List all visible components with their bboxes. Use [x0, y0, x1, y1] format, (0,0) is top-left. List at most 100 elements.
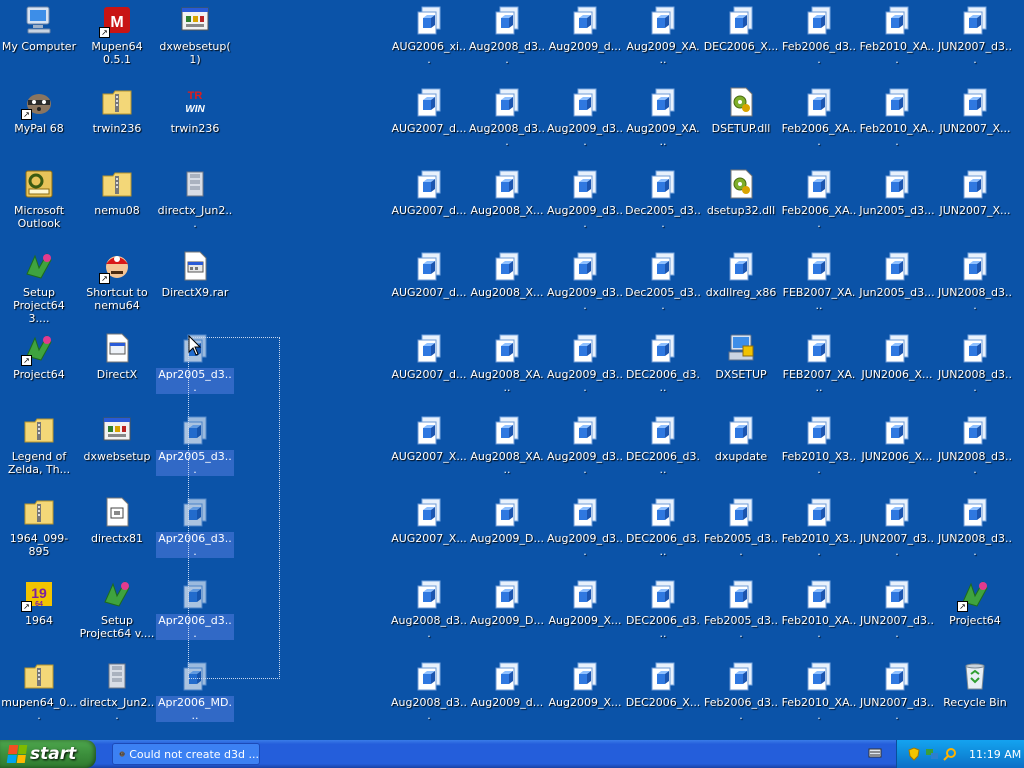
security-shield-icon[interactable] — [907, 747, 921, 761]
desktop-icon-feb2010-xa[interactable]: Feb2010_XA... — [858, 84, 936, 164]
search-icon[interactable] — [943, 747, 957, 761]
desktop-icon-aug2009-xa[interactable]: Aug2009_XA... — [624, 84, 702, 164]
desktop-icon-project64[interactable]: ↗ Project64 — [0, 330, 78, 410]
network-icon[interactable] — [925, 747, 939, 761]
desktop-icon-aug2006-xi[interactable]: AUG2006_xi... — [390, 2, 468, 82]
desktop-icon-aug2008-d3[interactable]: Aug2008_d3... — [468, 2, 546, 82]
desktop-icon-aug2007-x[interactable]: AUG2007_X... — [390, 412, 468, 492]
desktop-icon-dxsetup[interactable]: DXSETUP — [702, 330, 780, 410]
desktop-icon-aug2007-d[interactable]: AUG2007_d... — [390, 166, 468, 246]
desktop-icon-dec2005-d3[interactable]: Dec2005_d3... — [624, 166, 702, 246]
desktop-icon-directx-jun2[interactable]: directx_Jun2... — [78, 658, 156, 738]
desktop-icon-dsetup32-dll[interactable]: dsetup32.dll — [702, 166, 780, 246]
desktop-icon-jun2007-d3[interactable]: JUN2007_d3... — [858, 576, 936, 656]
desktop-icon-directx[interactable]: DirectX — [78, 330, 156, 410]
desktop-icon-aug2009-d3[interactable]: Aug2009_d3... — [546, 494, 624, 574]
desktop-icon-dec2006-x[interactable]: DEC2006_X... — [624, 658, 702, 738]
desktop-icon-aug2009-d3[interactable]: Aug2009_d3... — [546, 248, 624, 328]
desktop-icon-aug2008-x[interactable]: Aug2008_X... — [468, 248, 546, 328]
desktop-icon-aug2009-d3[interactable]: Aug2009_d3... — [546, 84, 624, 164]
desktop-icon-aug2009-xa[interactable]: Aug2009_XA... — [624, 2, 702, 82]
start-button[interactable]: start — [0, 740, 96, 768]
desktop-icon-aug2007-x[interactable]: AUG2007_X... — [390, 494, 468, 574]
desktop-icon-dec2006-x[interactable]: DEC2006_X... — [702, 2, 780, 82]
taskbar-item-error-dialog[interactable]: Could not create d3d ... — [112, 743, 260, 765]
desktop-icon-jun2007-d3[interactable]: JUN2007_d3... — [936, 2, 1014, 82]
desktop-icon-setup-project64-v[interactable]: Setup Project64 v.... — [78, 576, 156, 656]
desktop-icon-jun2007-x[interactable]: JUN2007_X... — [936, 166, 1014, 246]
desktop-icon-nemu08[interactable]: nemu08 — [78, 166, 156, 246]
desktop-icon-1964[interactable]: 19 64 ↗ 1964 — [0, 576, 78, 656]
desktop-icon-jun2007-x[interactable]: JUN2007_X... — [936, 84, 1014, 164]
desktop-icon-dxwebsetup[interactable]: dxwebsetup — [78, 412, 156, 492]
desktop-icon-aug2008-d3[interactable]: Aug2008_d3... — [390, 658, 468, 738]
desktop-icon-aug2007-d[interactable]: AUG2007_d... — [390, 248, 468, 328]
desktop-icon-jun2007-d3[interactable]: JUN2007_d3... — [858, 658, 936, 738]
desktop-icon-jun2005-d3[interactable]: Jun2005_d3... — [858, 166, 936, 246]
desktop-icon-aug2008-x[interactable]: Aug2008_X... — [468, 166, 546, 246]
desktop-icon-recycle-bin[interactable]: Recycle Bin — [936, 658, 1014, 738]
desktop-icon-aug2009-x[interactable]: Aug2009_X... — [546, 658, 624, 738]
desktop-icon-legend-of-zelda-th[interactable]: Legend of Zelda, Th... — [0, 412, 78, 492]
desktop-icon-aug2009-d3[interactable]: Aug2009_d3... — [546, 412, 624, 492]
desktop-icon-aug2008-d3[interactable]: Aug2008_d3... — [390, 576, 468, 656]
desktop-icon-jun2007-d3[interactable]: JUN2007_d3... — [858, 494, 936, 574]
desktop-icon-dec2006-d3[interactable]: DEC2006_d3... — [624, 576, 702, 656]
desktop-icon-directx9-rar[interactable]: DirectX9.rar — [156, 248, 234, 328]
desktop-icon-dec2006-d3[interactable]: DEC2006_d3... — [624, 494, 702, 574]
desktop-icon-dec2006-d3[interactable]: DEC2006_d3... — [624, 412, 702, 492]
desktop-icon-dxdllreg-x86[interactable]: dxdllreg_x86 — [702, 248, 780, 328]
desktop-icon-mupen64-0-5-1[interactable]: M ↗ Mupen64 0.5.1 — [78, 2, 156, 82]
desktop-icon-jun2005-d3[interactable]: Jun2005_d3... — [858, 248, 936, 328]
desktop-icon-jun2006-x[interactable]: JUN2006_X... — [858, 412, 936, 492]
desktop-icon-project64[interactable]: ↗ Project64 — [936, 576, 1014, 656]
desktop-icon-jun2008-d3[interactable]: JUN2008_d3... — [936, 248, 1014, 328]
desktop-icon-dec2006-d3[interactable]: DEC2006_d3... — [624, 330, 702, 410]
desktop-icon-feb2007-xa[interactable]: FEB2007_XA... — [780, 248, 858, 328]
desktop-icon-mupen64-0[interactable]: mupen64_0.... — [0, 658, 78, 738]
desktop-icon-aug2009-x[interactable]: Aug2009_X... — [546, 576, 624, 656]
desktop-icon-jun2008-d3[interactable]: JUN2008_d3... — [936, 412, 1014, 492]
desktop-icon-aug2009-d[interactable]: Aug2009_d... — [468, 658, 546, 738]
desktop-icon-aug2008-xa[interactable]: Aug2008_XA... — [468, 412, 546, 492]
desktop[interactable]: My Computer M ↗ Mupen64 0.5.1 dxwebsetup(1) ↗… — [0, 0, 1024, 740]
desktop-icon-feb2006-d3[interactable]: Feb2006_d3... — [702, 658, 780, 738]
desktop-icon-dsetup-dll[interactable]: DSETUP.dll — [702, 84, 780, 164]
desktop-icon-shortcut-to-nemu64[interactable]: ↗ Shortcut to nemu64 — [78, 248, 156, 328]
desktop-icon-dec2005-d3[interactable]: Dec2005_d3... — [624, 248, 702, 328]
desktop-icon-aug2007-d[interactable]: AUG2007_d... — [390, 330, 468, 410]
desktop-icon-feb2010-x3[interactable]: Feb2010_X3... — [780, 412, 858, 492]
desktop-icon-aug2008-d3[interactable]: Aug2008_d3... — [468, 84, 546, 164]
desktop-icon-feb2006-d3[interactable]: Feb2006_d3... — [780, 2, 858, 82]
desktop-icon-aug2009-d3[interactable]: Aug2009_d3... — [546, 330, 624, 410]
desktop-icon-trwin236[interactable]: TR WIN trwin236 — [156, 84, 234, 164]
desktop-icon-microsoft-outlook[interactable]: Microsoft Outlook — [0, 166, 78, 246]
desktop-icon-aug2008-xa[interactable]: Aug2008_XA... — [468, 330, 546, 410]
desktop-icon-jun2008-d3[interactable]: JUN2008_d3... — [936, 330, 1014, 410]
desktop-icon-dxwebsetup-1[interactable]: dxwebsetup(1) — [156, 2, 234, 82]
keyboard-icon[interactable] — [868, 746, 882, 760]
desktop-icon-feb2010-xa[interactable]: Feb2010_XA... — [780, 658, 858, 738]
desktop-icon-feb2010-xa[interactable]: Feb2010_XA... — [858, 2, 936, 82]
desktop-icon-feb2006-xa[interactable]: Feb2006_XA... — [780, 84, 858, 164]
desktop-icon-directx-jun2[interactable]: directx_Jun2... — [156, 166, 234, 246]
desktop-icon-trwin236[interactable]: trwin236 — [78, 84, 156, 164]
desktop-icon-jun2006-x[interactable]: JUN2006_X... — [858, 330, 936, 410]
desktop-icon-aug2009-d3[interactable]: Aug2009_d3... — [546, 166, 624, 246]
desktop-icon-feb2010-x3[interactable]: Feb2010_X3... — [780, 494, 858, 574]
clock[interactable]: 11:19 AM — [969, 748, 1021, 761]
desktop-icon-feb2007-xa[interactable]: FEB2007_XA... — [780, 330, 858, 410]
desktop-icon-aug2007-d[interactable]: AUG2007_d... — [390, 84, 468, 164]
desktop-icon-aug2009-d[interactable]: Aug2009_D... — [468, 576, 546, 656]
desktop-icon-aug2009-d[interactable]: Aug2009_D... — [468, 494, 546, 574]
desktop-icon-aug2009-d[interactable]: Aug2009_d... — [546, 2, 624, 82]
desktop-icon-directx81[interactable]: directx81 — [78, 494, 156, 574]
desktop-icon-feb2010-xa[interactable]: Feb2010_XA... — [780, 576, 858, 656]
desktop-icon-dxupdate[interactable]: dxupdate — [702, 412, 780, 492]
desktop-icon-feb2005-d3[interactable]: Feb2005_d3... — [702, 494, 780, 574]
desktop-icon-1964-099-895[interactable]: 1964_099-895 — [0, 494, 78, 574]
desktop-icon-my-computer[interactable]: My Computer — [0, 2, 78, 82]
desktop-icon-feb2006-xa[interactable]: Feb2006_XA... — [780, 166, 858, 246]
desktop-icon-setup-project64-3[interactable]: Setup Project64 3.... — [0, 248, 78, 328]
desktop-icon-feb2005-d3[interactable]: Feb2005_d3... — [702, 576, 780, 656]
